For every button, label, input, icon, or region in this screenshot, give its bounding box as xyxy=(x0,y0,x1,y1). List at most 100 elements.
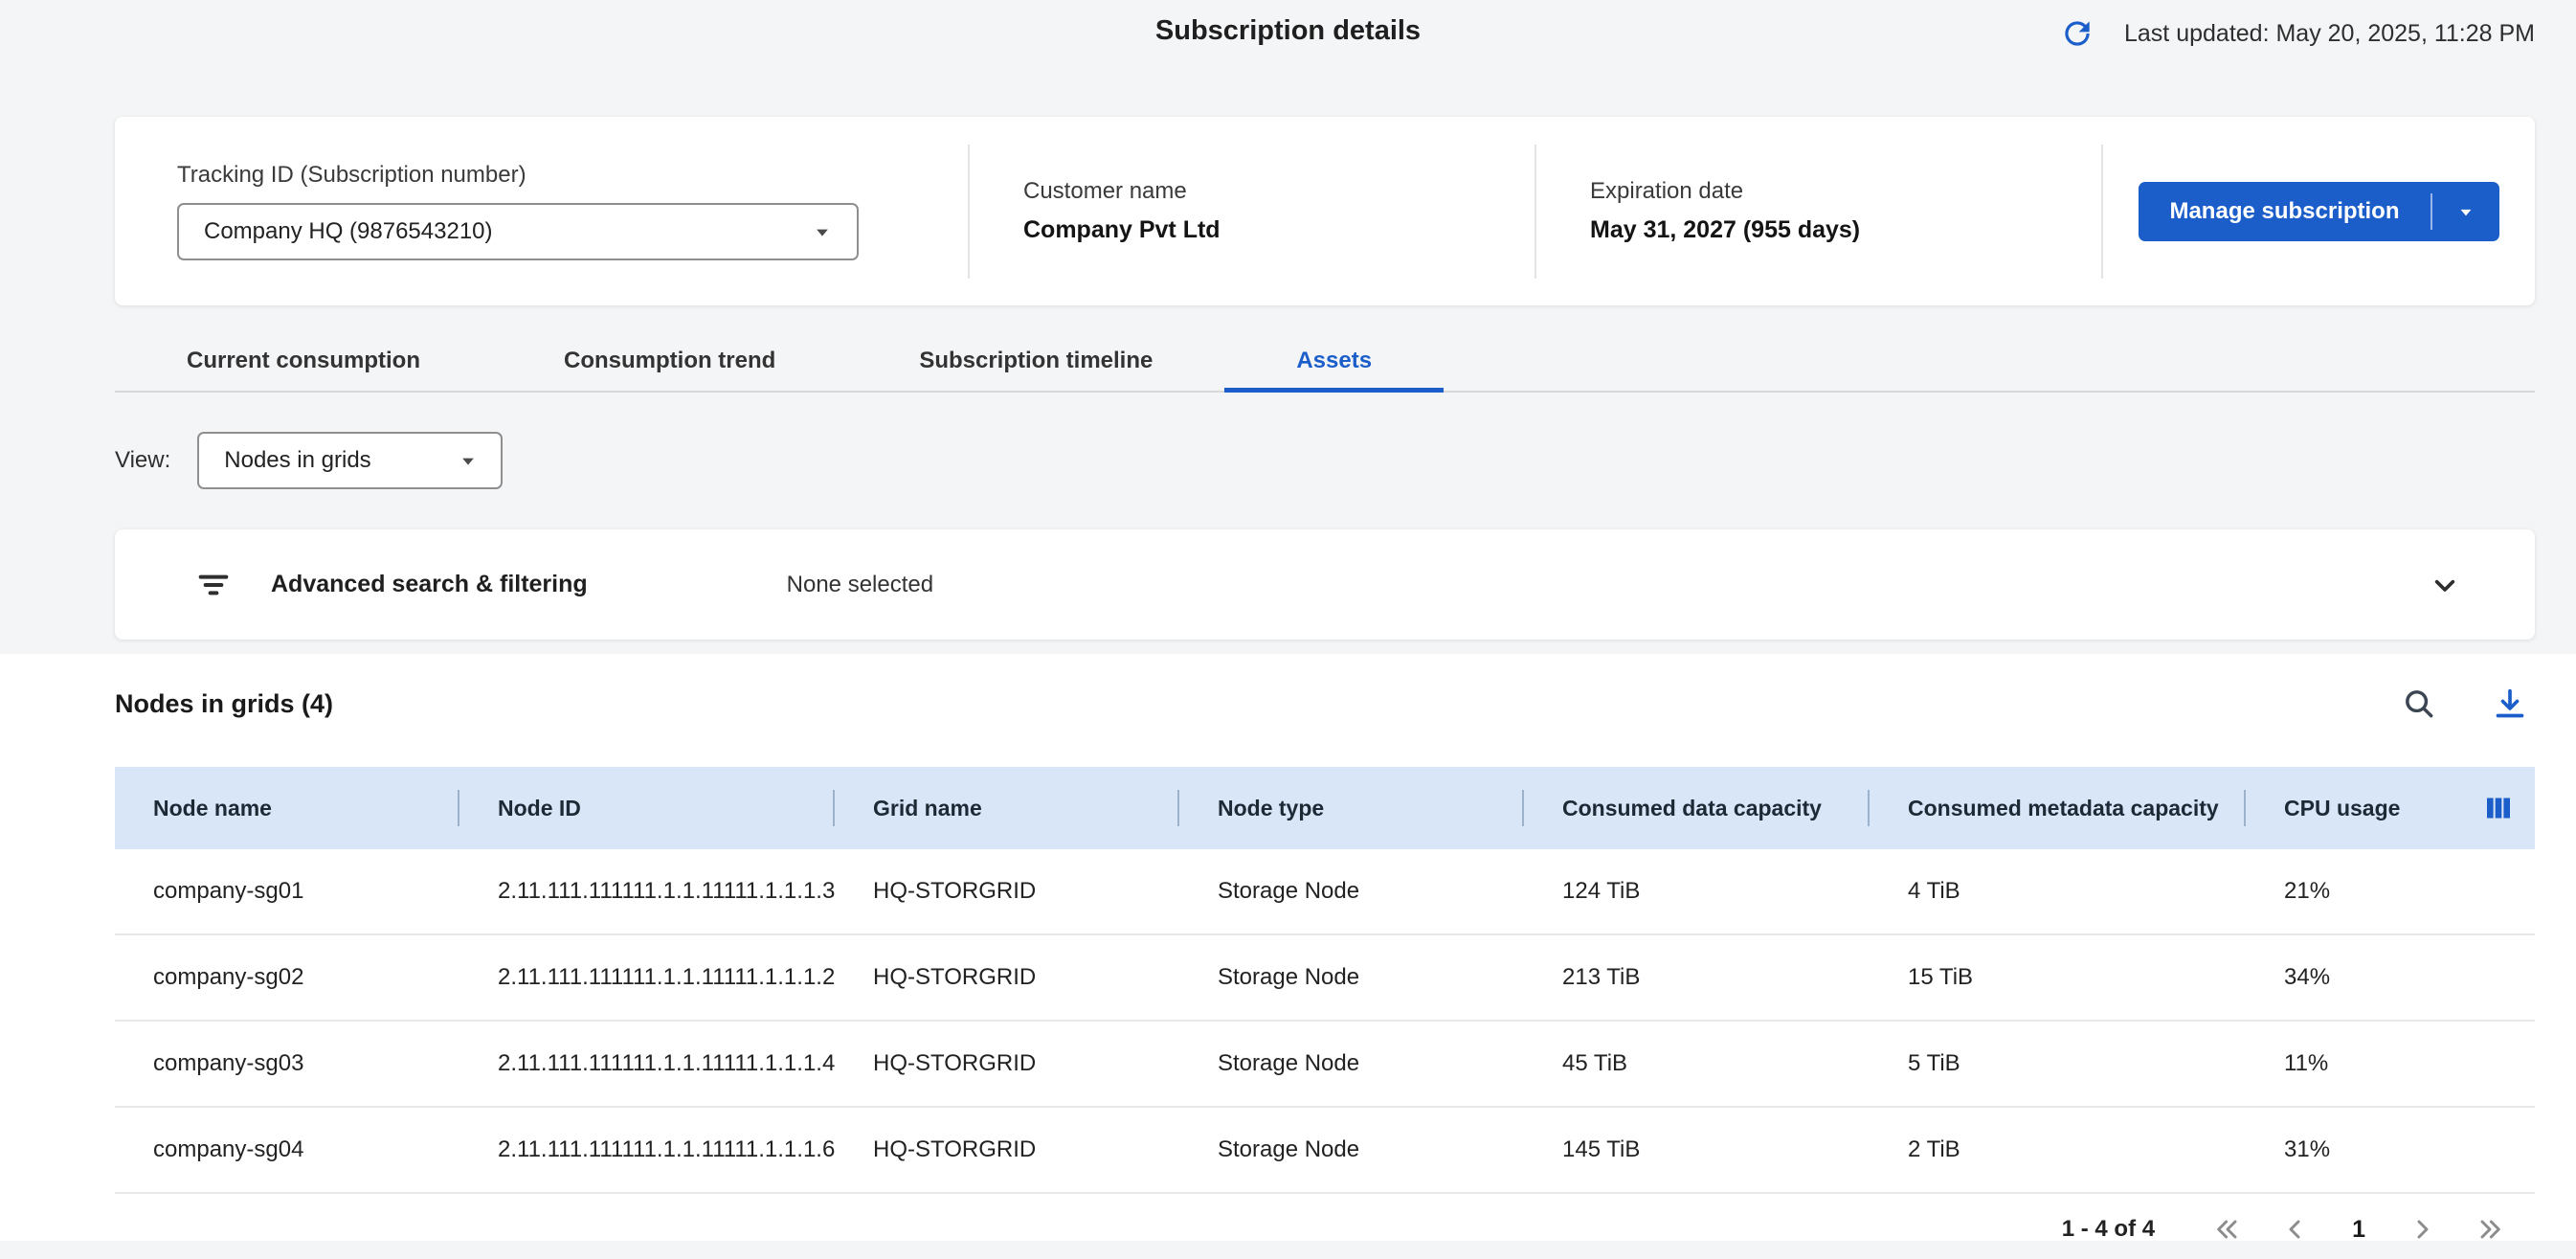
cell-grid-name: HQ-STORGRID xyxy=(835,1022,1179,1108)
current-page[interactable]: 1 xyxy=(2344,1216,2373,1244)
search-icon xyxy=(2401,686,2437,722)
view-select-value: Nodes in grids xyxy=(224,447,370,474)
tracking-id-label: Tracking ID (Subscription number) xyxy=(177,162,968,189)
table-row[interactable]: company-sg04 2.11.111.111111.1.1.11111.1… xyxy=(115,1108,2535,1194)
refresh-button[interactable] xyxy=(2055,11,2099,56)
cell-node-type: Storage Node xyxy=(1179,1108,1524,1194)
view-label: View: xyxy=(115,447,170,474)
last-page-button[interactable] xyxy=(2473,1212,2507,1247)
subscription-summary-card: Tracking ID (Subscription number) Compan… xyxy=(115,117,2535,305)
column-header-grid-name[interactable]: Grid name xyxy=(835,767,1179,849)
cell-node-type: Storage Node xyxy=(1179,935,1524,1022)
cell-cpu-usage: 34% xyxy=(2246,935,2535,1022)
customer-name-label: Customer name xyxy=(1023,178,1534,205)
cpu-usage-header-label: CPU usage xyxy=(2284,796,2400,821)
view-row: View: Nodes in grids xyxy=(115,432,2535,489)
table-title: Nodes in grids (4) xyxy=(115,689,333,719)
cell-node-type: Storage Node xyxy=(1179,849,1524,935)
column-header-node-type[interactable]: Node type xyxy=(1179,767,1524,849)
customer-name-value: Company Pvt Ltd xyxy=(1023,216,1534,244)
table-row[interactable]: company-sg02 2.11.111.111111.1.1.11111.1… xyxy=(115,935,2535,1022)
cell-node-name: company-sg04 xyxy=(115,1108,459,1194)
last-updated-text: Last updated: May 20, 2025, 11:28 PM xyxy=(2124,20,2535,48)
cell-consumed-metadata: 15 TiB xyxy=(1870,935,2246,1022)
tab-assets[interactable]: Assets xyxy=(1224,333,1444,393)
tab-subscription-timeline[interactable]: Subscription timeline xyxy=(847,333,1224,393)
tab-current-consumption[interactable]: Current consumption xyxy=(115,333,492,393)
cell-node-name: company-sg01 xyxy=(115,849,459,935)
chevron-down-icon xyxy=(455,447,482,474)
cell-node-name: company-sg02 xyxy=(115,935,459,1022)
cell-cpu-usage: 21% xyxy=(2246,849,2535,935)
cell-consumed-metadata: 4 TiB xyxy=(1870,849,2246,935)
pagination: 1 - 4 of 4 1 xyxy=(0,1200,2576,1259)
cell-node-type: Storage Node xyxy=(1179,1022,1524,1108)
next-page-button[interactable] xyxy=(2406,1212,2440,1247)
search-button[interactable] xyxy=(2397,682,2441,726)
cell-grid-name: HQ-STORGRID xyxy=(835,935,1179,1022)
table-tools xyxy=(2397,681,2533,727)
advanced-search-status: None selected xyxy=(787,572,933,598)
page-header: Subscription details Last updated: May 2… xyxy=(0,0,2576,117)
table-row[interactable]: company-sg03 2.11.111.111111.1.1.11111.1… xyxy=(115,1022,2535,1108)
columns-icon xyxy=(2481,791,2516,825)
first-page-button[interactable] xyxy=(2210,1212,2245,1247)
prev-page-button[interactable] xyxy=(2277,1212,2312,1247)
manage-subscription-label[interactable]: Manage subscription xyxy=(2139,182,2430,241)
tab-consumption-trend[interactable]: Consumption trend xyxy=(492,333,847,393)
tracking-id-select[interactable]: Company HQ (9876543210) xyxy=(177,203,859,260)
first-page-icon xyxy=(2212,1214,2243,1245)
nodes-table: Node name Node ID Grid name Node type Co… xyxy=(115,767,2535,1194)
cell-node-name: company-sg03 xyxy=(115,1022,459,1108)
next-page-icon xyxy=(2408,1214,2438,1245)
table-header-row: Node name Node ID Grid name Node type Co… xyxy=(115,767,2535,849)
column-header-consumed-metadata[interactable]: Consumed metadata capacity xyxy=(1870,767,2246,849)
cell-consumed-data: 213 TiB xyxy=(1524,935,1870,1022)
chevron-down-icon xyxy=(809,218,836,245)
column-header-node-name[interactable]: Node name xyxy=(115,767,459,849)
cell-cpu-usage: 31% xyxy=(2246,1108,2535,1194)
advanced-search-title: Advanced search & filtering xyxy=(271,571,588,598)
filter-list-icon xyxy=(194,566,233,604)
column-settings-button[interactable] xyxy=(2479,789,2518,827)
manage-subscription-menu-toggle[interactable] xyxy=(2432,182,2499,241)
header-right: Last updated: May 20, 2025, 11:28 PM xyxy=(2055,11,2535,56)
cell-grid-name: HQ-STORGRID xyxy=(835,849,1179,935)
column-header-cpu-usage[interactable]: CPU usage xyxy=(2246,767,2535,849)
expiration-section: Expiration date May 31, 2027 (955 days) xyxy=(1536,117,2101,305)
cell-consumed-metadata: 5 TiB xyxy=(1870,1022,2246,1108)
cell-consumed-data: 145 TiB xyxy=(1524,1108,1870,1194)
table-header-bar: Nodes in grids (4) xyxy=(0,681,2576,727)
column-header-consumed-data[interactable]: Consumed data capacity xyxy=(1524,767,1870,849)
cell-cpu-usage: 11% xyxy=(2246,1022,2535,1108)
last-page-icon xyxy=(2475,1214,2505,1245)
download-button[interactable] xyxy=(2487,681,2533,727)
customer-section: Customer name Company Pvt Ltd xyxy=(970,117,1534,305)
tracking-id-value: Company HQ (9876543210) xyxy=(204,218,493,245)
caret-down-icon xyxy=(2453,199,2478,224)
expand-chevron-icon[interactable] xyxy=(2426,566,2464,604)
expiration-date-label: Expiration date xyxy=(1590,178,2101,205)
cell-node-id: 2.11.111.111111.1.1.11111.1.1.1.6 xyxy=(459,1108,835,1194)
refresh-icon xyxy=(2059,15,2095,52)
cell-consumed-data: 124 TiB xyxy=(1524,849,1870,935)
manage-subscription-button[interactable]: Manage subscription xyxy=(2139,182,2498,241)
cell-grid-name: HQ-STORGRID xyxy=(835,1108,1179,1194)
tracking-section: Tracking ID (Subscription number) Compan… xyxy=(115,117,968,305)
view-select[interactable]: Nodes in grids xyxy=(197,432,503,489)
cell-consumed-metadata: 2 TiB xyxy=(1870,1108,2246,1194)
action-section: Manage subscription xyxy=(2103,117,2535,305)
table-row[interactable]: company-sg01 2.11.111.111111.1.1.11111.1… xyxy=(115,849,2535,935)
expiration-date-value: May 31, 2027 (955 days) xyxy=(1590,216,2101,244)
cell-node-id: 2.11.111.111111.1.1.11111.1.1.1.2 xyxy=(459,935,835,1022)
pagination-range: 1 - 4 of 4 xyxy=(2062,1216,2155,1243)
advanced-search-panel[interactable]: Advanced search & filtering None selecte… xyxy=(115,529,2535,640)
cell-consumed-data: 45 TiB xyxy=(1524,1022,1870,1108)
download-icon xyxy=(2491,685,2529,723)
nodes-section: Nodes in grids (4) xyxy=(0,654,2576,1241)
cell-node-id: 2.11.111.111111.1.1.11111.1.1.1.4 xyxy=(459,1022,835,1108)
cell-node-id: 2.11.111.111111.1.1.11111.1.1.1.3 xyxy=(459,849,835,935)
tab-bar: Current consumption Consumption trend Su… xyxy=(115,333,2535,393)
column-header-node-id[interactable]: Node ID xyxy=(459,767,835,849)
prev-page-icon xyxy=(2279,1214,2310,1245)
